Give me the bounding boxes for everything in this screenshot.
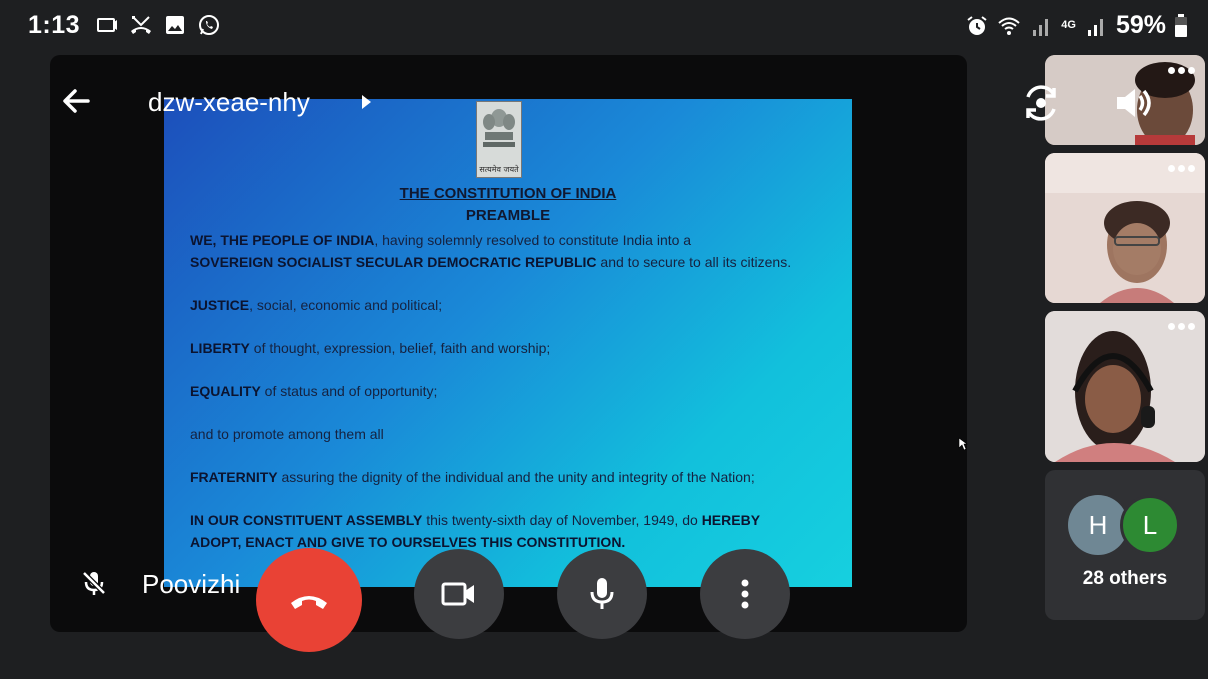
status-time: 1:13 (28, 11, 81, 39)
meeting-code[interactable]: dzw-xeae-nhy (148, 87, 310, 118)
network-type: 4G (1061, 19, 1076, 31)
back-arrow-icon[interactable] (60, 85, 92, 117)
participant-options-icon[interactable] (1168, 323, 1195, 330)
preamble-line: LIBERTY of thought, expression, belief, … (190, 340, 551, 356)
videocam-icon (441, 582, 474, 606)
participant-video (1045, 153, 1205, 303)
participant-options-icon[interactable] (1168, 165, 1195, 172)
slide-subtitle: PREAMBLE (465, 207, 551, 224)
notification-icons (95, 13, 221, 37)
preamble-line: JUSTICE, social, economic and political; (190, 297, 443, 313)
meeting-details-arrow-icon[interactable] (362, 95, 371, 109)
slide-title: THE CONSTITUTION OF INDIA (399, 185, 617, 202)
more-vertical-icon (741, 579, 749, 609)
missed-call-icon (131, 16, 151, 34)
speaker-icon[interactable] (1113, 85, 1153, 121)
participant-video (1045, 311, 1205, 462)
gallery-icon (166, 16, 184, 34)
national-emblem: सत्यमेव जयते (476, 101, 522, 178)
system-icons: 4G 59% (965, 11, 1188, 40)
battery-percent: 59% (1115, 11, 1166, 39)
preamble-line: FRATERNITY assuring the dignity of the i… (190, 469, 755, 485)
emblem-caption: सत्यमेव जयते (479, 165, 519, 174)
presentation-stage[interactable]: सत्यमेव जयते THE CONSTITUTION OF INDIA P… (50, 55, 967, 632)
switch-camera-icon[interactable] (1020, 83, 1062, 123)
presented-slide: सत्यमेव जयते THE CONSTITUTION OF INDIA P… (164, 99, 852, 587)
participant-tile[interactable] (1045, 153, 1205, 303)
participant-tile[interactable] (1045, 311, 1205, 462)
participant-options-icon[interactable] (1168, 67, 1195, 74)
microphone-icon (590, 578, 614, 609)
preamble-line: IN OUR CONSTITUENT ASSEMBLY this twenty-… (190, 512, 761, 528)
meet-screen: 1:13 4G 59% सत्यमेव जयते THE CONSTITUTIO… (0, 0, 1208, 679)
more-options-button[interactable] (700, 549, 790, 639)
whatsapp-icon (199, 15, 219, 35)
participant-avatar-h: H (1068, 495, 1128, 555)
preamble-line: WE, THE PEOPLE OF INDIA, having solemnly… (190, 232, 692, 248)
self-name-label: Poovizhi (142, 569, 241, 599)
hang-up-icon (291, 596, 327, 609)
camera-toggle-button[interactable] (414, 549, 504, 639)
mic-muted-icon (82, 571, 106, 595)
emblem-icon (483, 109, 515, 147)
mic-toggle-button[interactable] (557, 549, 647, 639)
cast-icon (97, 18, 117, 32)
wifi-icon (998, 17, 1020, 35)
signal-icon (1033, 18, 1049, 36)
preamble-line: and to promote among them all (190, 426, 384, 442)
preamble-line: SOVEREIGN SOCIALIST SECULAR DEMOCRATIC R… (190, 254, 792, 270)
mouse-pointer-icon (958, 437, 968, 451)
preamble-line: EQUALITY of status and of opportunity; (190, 383, 438, 399)
signal-icon-2 (1087, 18, 1103, 36)
battery-icon (1175, 13, 1187, 37)
others-count-label: 28 others (1082, 568, 1168, 589)
participant-avatar-l: L (1120, 495, 1180, 555)
alarm-icon (967, 15, 987, 35)
end-call-button[interactable] (256, 548, 362, 652)
slide-body: WE, THE PEOPLE OF INDIA, having solemnly… (190, 229, 842, 553)
status-bar: 1:13 4G 59% (0, 0, 1208, 48)
other-participants-card[interactable]: H L 28 others (1045, 470, 1205, 620)
